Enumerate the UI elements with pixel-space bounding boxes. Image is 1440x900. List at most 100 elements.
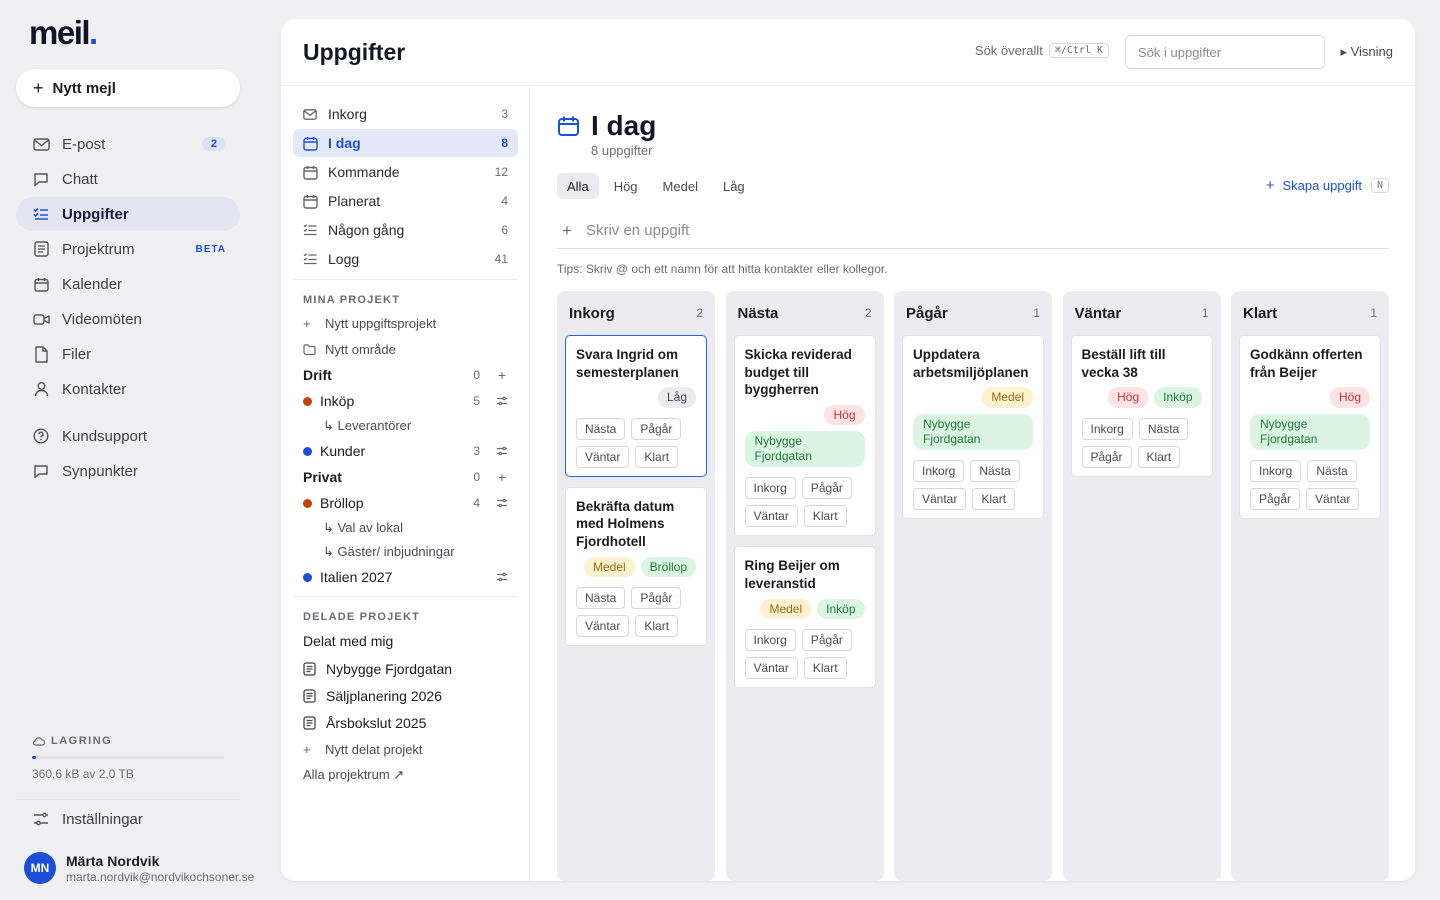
- area-italien-2027[interactable]: Italien 2027: [293, 564, 518, 590]
- move-to-vantar-button[interactable]: Väntar: [744, 505, 798, 528]
- new-area-button[interactable]: Nytt område: [293, 336, 518, 362]
- task-list-kommande[interactable]: Kommande 12: [293, 158, 518, 186]
- user-profile[interactable]: MN Märta Nordvik marta.nordvik@nordvikoc…: [24, 852, 254, 884]
- sub-project-gaster-inbjudningar[interactable]: ↳ Gäster/ inbjudningar: [293, 540, 518, 564]
- sidebar-item-settings[interactable]: Inställningar: [16, 802, 240, 836]
- task-title: Godkänn offerten från Beijer: [1250, 347, 1363, 380]
- move-to-vantar-button[interactable]: Väntar: [744, 657, 798, 680]
- tune-icon[interactable]: [496, 396, 508, 406]
- sidebar-item-filer[interactable]: Filer: [16, 337, 240, 371]
- priority-badge: Hög: [1108, 387, 1149, 408]
- tune-icon[interactable]: [496, 498, 508, 508]
- sidebar-item-synpunkter[interactable]: Synpunkter: [16, 454, 240, 488]
- move-to-pagar-button[interactable]: Pågår: [1250, 487, 1301, 510]
- move-to-pagar-button[interactable]: Pågår: [631, 587, 682, 610]
- move-to-inkorg-button[interactable]: Inkorg: [744, 629, 796, 652]
- filter-medel[interactable]: Medel: [653, 173, 708, 199]
- task-card[interactable]: Ring Beijer om leveranstid Medel Inköp Inko…: [733, 546, 876, 689]
- task-list-nagon-gang[interactable]: Någon gång 6: [293, 216, 518, 244]
- sliders-icon: [32, 812, 50, 826]
- filter-hog[interactable]: Hög: [604, 173, 648, 199]
- move-to-klart-button[interactable]: Klart: [635, 445, 679, 468]
- move-to-pagar-button[interactable]: Pågår: [1081, 445, 1132, 468]
- move-to-klart-button[interactable]: Klart: [972, 487, 1016, 510]
- sidebar-item-uppgifter[interactable]: Uppgifter: [16, 197, 240, 231]
- move-to-vantar-button[interactable]: Väntar: [576, 445, 630, 468]
- sidebar-item-chatt[interactable]: Chatt: [16, 162, 240, 196]
- move-to-klart-button[interactable]: Klart: [635, 615, 679, 638]
- sidebar-item-kundsupport[interactable]: Kundsupport: [16, 419, 240, 453]
- task-list-label: Inkorg: [328, 106, 367, 122]
- view-toggle[interactable]: ▸ Visning: [1340, 44, 1393, 60]
- all-project-rooms-link[interactable]: Alla projektrum ↗: [293, 762, 518, 788]
- move-to-klart-button[interactable]: Klart: [803, 505, 847, 528]
- task-card[interactable]: Skicka reviderad budget till byggherren H…: [733, 335, 876, 537]
- move-to-nasta-button[interactable]: Nästa: [1138, 417, 1189, 440]
- task-search-input[interactable]: [1125, 35, 1325, 69]
- sidebar-item-videomoten[interactable]: Videomöten: [16, 302, 240, 336]
- task-list-inkorg[interactable]: Inkorg 3: [293, 100, 518, 128]
- plus-icon: +: [33, 78, 44, 98]
- column-klart: Klart 1 Godkänn offerten från Beijer Hög Nyb…: [1231, 291, 1389, 881]
- quick-add-input[interactable]: [585, 222, 1389, 239]
- shared-project-arsbokslut-2025[interactable]: Årsbokslut 2025: [293, 709, 518, 736]
- page-title: Uppgifter: [303, 39, 406, 65]
- sidebar-item-projektrum[interactable]: Projektrum BETA: [16, 232, 240, 266]
- move-to-inkorg-button[interactable]: Inkorg: [1250, 459, 1302, 482]
- new-task-project-button[interactable]: + Nytt uppgiftsprojekt: [293, 310, 518, 336]
- move-to-inkorg-button[interactable]: Inkorg: [913, 459, 965, 482]
- move-buttons: Inkorg Nästa Väntar Klart: [913, 459, 1033, 510]
- sidebar-item-e-post[interactable]: E-post 2: [16, 127, 240, 161]
- project-group-drift[interactable]: Drift 0 +: [293, 362, 518, 388]
- move-to-nasta-button[interactable]: Nästa: [1307, 459, 1357, 482]
- task-list-planerat[interactable]: Planerat 4: [293, 187, 518, 215]
- project-group-privat[interactable]: Privat 0 +: [293, 464, 518, 490]
- list-icon: [303, 253, 318, 265]
- task-card[interactable]: Godkänn offerten från Beijer Hög Nybygge F…: [1239, 335, 1381, 519]
- area-inkop[interactable]: Inköp 5: [293, 388, 518, 414]
- sub-project-leverantorer[interactable]: ↳ Leverantörer: [293, 414, 518, 438]
- global-search-button[interactable]: Sök överallt ⌘/Ctrl K: [975, 43, 1109, 58]
- shared-project-saljplanering-2026[interactable]: Säljplanering 2026: [293, 682, 518, 709]
- sidebar-item-kalender[interactable]: Kalender: [16, 267, 240, 301]
- move-to-pagar-button[interactable]: Pågår: [801, 629, 852, 652]
- area-kunder[interactable]: Kunder 3: [293, 438, 518, 464]
- task-list-logg[interactable]: Logg 41: [293, 245, 518, 273]
- move-to-pagar-button[interactable]: Pågår: [631, 417, 682, 440]
- task-card[interactable]: Uppdatera arbetsmiljöplanen Medel Nybygge …: [902, 335, 1044, 519]
- filter-alla[interactable]: Alla: [557, 173, 599, 199]
- sub-project-val-av-lokal[interactable]: ↳ Val av lokal: [293, 516, 518, 540]
- sidebar-item-kontakter[interactable]: Kontakter: [16, 372, 240, 406]
- tune-icon[interactable]: [496, 572, 508, 582]
- add-area-icon[interactable]: +: [496, 367, 508, 383]
- move-to-vantar-button[interactable]: Väntar: [913, 487, 967, 510]
- task-card[interactable]: Svara Ingrid om semesterplanen Låg Nästa På…: [565, 335, 707, 477]
- new-mail-button[interactable]: + Nytt mejl: [16, 69, 240, 107]
- filter-lag[interactable]: Låg: [713, 173, 755, 199]
- create-task-button[interactable]: + Skapa uppgift N: [1266, 177, 1389, 194]
- move-to-klart-button[interactable]: Klart: [1137, 445, 1181, 468]
- column-count: 2: [696, 306, 703, 320]
- task-list-i-dag[interactable]: I dag 8: [293, 129, 518, 157]
- move-to-nasta-button[interactable]: Nästa: [970, 459, 1020, 482]
- column-header: Nästa 2: [734, 301, 876, 325]
- new-shared-project-button[interactable]: + Nytt delat projekt: [293, 736, 518, 762]
- move-to-nasta-button[interactable]: Nästa: [576, 417, 626, 440]
- task-lists-panel: Inkorg 3 I dag 8 Kommande 12 Planerat 4 Någon gå…: [281, 86, 530, 881]
- task-card[interactable]: Beställ lift till vecka 38 Hög Inköp Inkorg…: [1070, 335, 1213, 477]
- move-to-inkorg-button[interactable]: Inkorg: [744, 477, 796, 500]
- area-color-dot: [303, 498, 312, 508]
- app-logo[interactable]: meil.: [29, 14, 98, 52]
- tune-icon[interactable]: [496, 446, 508, 456]
- shared-project-nybygge-fjordgatan[interactable]: Nybygge Fjordgatan: [293, 655, 518, 682]
- add-area-icon[interactable]: +: [496, 469, 508, 485]
- move-to-vantar-button[interactable]: Väntar: [576, 615, 630, 638]
- move-to-nasta-button[interactable]: Nästa: [576, 587, 626, 610]
- task-card[interactable]: Bekräfta datum med Holmens Fjordhotell Me…: [565, 486, 707, 647]
- area-brollop[interactable]: Bröllop 4: [293, 490, 518, 516]
- move-to-vantar-button[interactable]: Väntar: [1306, 487, 1360, 510]
- move-to-inkorg-button[interactable]: Inkorg: [1081, 417, 1133, 440]
- move-to-klart-button[interactable]: Klart: [803, 657, 847, 680]
- move-to-pagar-button[interactable]: Pågår: [801, 477, 852, 500]
